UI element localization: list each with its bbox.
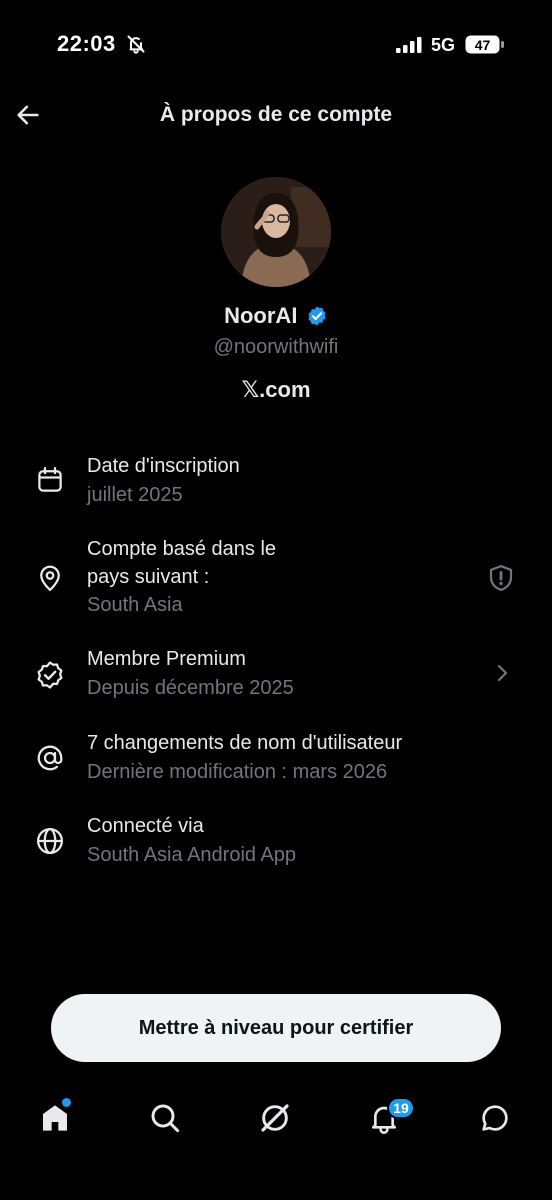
verified-badge-icon[interactable]: [306, 305, 328, 327]
join-date-title: Date d'inscription: [87, 455, 240, 477]
battery-icon: 47: [465, 35, 505, 54]
country-value: South Asia: [87, 594, 183, 616]
calendar-icon: [38, 467, 62, 492]
verified-badge-icon: [37, 661, 63, 689]
at-sign-icon: [37, 745, 63, 771]
profile-name-row: NoorAI: [0, 303, 552, 329]
premium-title[interactable]: Membre Premium: [87, 646, 246, 673]
messages-icon[interactable]: [479, 1102, 511, 1134]
country-title-line2: pays suivant :: [87, 566, 210, 588]
profile-name: NoorAI: [224, 303, 298, 328]
bell-off-icon: [127, 35, 145, 54]
search-icon[interactable]: [149, 1102, 181, 1134]
signal-icon: [396, 37, 422, 53]
join-date-value: juillet 2025: [87, 484, 183, 506]
globe-icon: [37, 828, 63, 854]
username-changes-title: 7 changements de nom d'utilisateur: [87, 732, 403, 754]
profile-handle: @noorwithwifi: [213, 336, 339, 358]
profile-site: 𝕏.com: [241, 377, 311, 402]
battery-level: 47: [474, 36, 491, 53]
connected-via-value: South Asia Android App: [87, 844, 297, 866]
home-notification-dot: [62, 1098, 71, 1107]
network-label: 5G: [431, 35, 456, 55]
shield-alert-icon[interactable]: [486, 563, 516, 593]
page-title: À propos de ce compte: [159, 103, 393, 126]
grok-icon[interactable]: [259, 1102, 291, 1134]
location-pin-icon: [40, 565, 60, 591]
notifications-badge: 19: [387, 1097, 415, 1119]
upgrade-to-verify-button[interactable]: Mettre à niveau pour certifier: [51, 994, 501, 1062]
status-time: 22:03: [57, 31, 116, 56]
username-changes-value: Dernière modification : mars 2026: [87, 761, 388, 783]
avatar[interactable]: [221, 177, 331, 287]
country-title-line1: Compte basé dans le: [87, 538, 277, 560]
chevron-right-icon[interactable]: [490, 661, 514, 685]
connected-via-title: Connecté via: [87, 815, 204, 837]
premium-value: Depuis décembre 2025: [87, 677, 294, 699]
